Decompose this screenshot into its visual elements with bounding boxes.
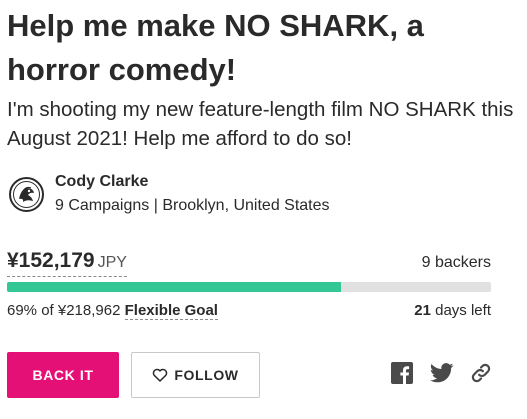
days-left-number: 21 [414,302,431,319]
share-link-button[interactable] [470,362,492,386]
owner-avatar-icon [13,181,40,208]
days-left-label: days left [435,302,491,319]
days-left: 21 days left [414,301,491,321]
goal-summary: 69% of ¥218,962 Flexible Goal [7,301,218,321]
backers-label: backers [434,254,491,271]
amount-raised: ¥152,179 JPY [7,248,127,277]
backers-count: 9 backers [422,253,491,273]
facebook-icon [391,362,413,384]
twitter-icon [430,363,454,383]
follow-label: FOLLOW [174,367,239,383]
share-twitter-button[interactable] [430,362,454,386]
goal-percent: 69% of ¥218,962 [7,302,121,319]
funding-progress-bar [7,282,491,292]
owner-avatar[interactable] [9,177,44,212]
follow-button[interactable]: FOLLOW [131,352,260,398]
share-facebook-button[interactable] [391,362,413,386]
amount-currency: JPY [97,254,127,271]
heart-outline-icon [153,368,168,382]
funding-progress-fill [7,282,341,292]
campaign-owner: Cody Clarke 9 Campaigns | Brooklyn, Unit… [7,172,487,218]
owner-meta: 9 Campaigns | Brooklyn, United States [55,197,330,214]
back-it-button[interactable]: BACK IT [7,352,119,398]
owner-name[interactable]: Cody Clarke [55,172,148,192]
backers-number: 9 [421,254,431,271]
link-icon [471,363,491,383]
campaign-subtitle: I'm shooting my new feature-length film … [7,98,514,150]
amount-raised-value: ¥152,179 [7,249,95,272]
goal-type[interactable]: Flexible Goal [124,302,218,320]
campaign-title: Help me make NO SHARK, a horror comedy! [7,8,424,87]
